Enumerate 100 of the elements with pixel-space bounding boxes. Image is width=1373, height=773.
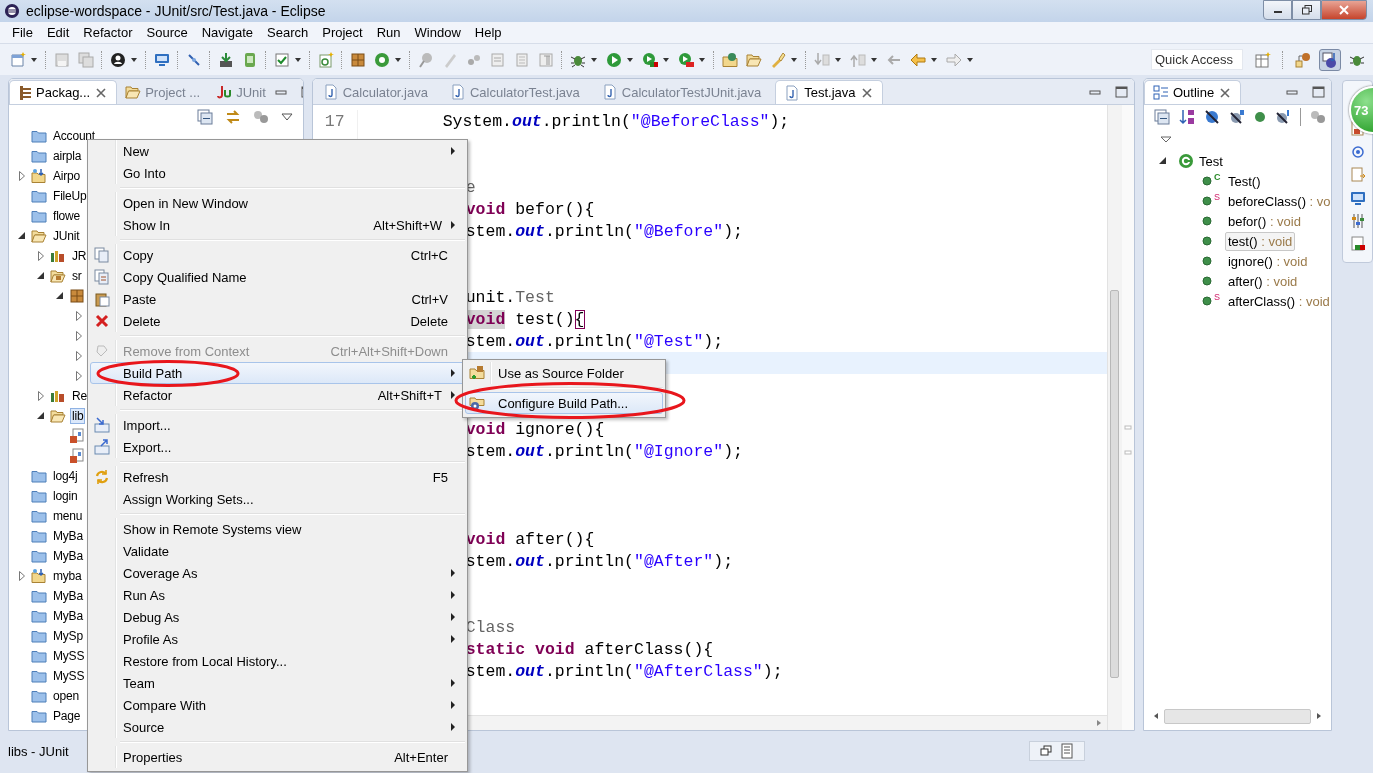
- tree-item[interactable]: open: [51, 688, 81, 704]
- outline-item[interactable]: Test(): [1224, 171, 1264, 191]
- menubar-entry[interactable]: Edit: [39, 25, 77, 40]
- collapsed-arrow-icon[interactable]: [74, 309, 84, 323]
- tree-item[interactable]: FileUp: [51, 188, 89, 204]
- report-icon[interactable]: [1060, 743, 1074, 759]
- dropdown-arrow-icon[interactable]: [870, 55, 878, 64]
- tree-item[interactable]: JUnit: [51, 228, 82, 244]
- new-class-icon[interactable]: [318, 51, 334, 68]
- maximize-icon[interactable]: [1311, 84, 1326, 99]
- outline-item[interactable]: befor() : void: [1224, 211, 1304, 231]
- dropdown-arrow-icon[interactable]: [626, 55, 634, 64]
- menubar-entry[interactable]: Navigate: [194, 25, 260, 40]
- restore-icon[interactable]: [1040, 745, 1052, 757]
- dropdown-arrow-icon[interactable]: [590, 55, 598, 64]
- tree-item[interactable]: lib: [70, 408, 86, 424]
- tree-item[interactable]: airpla: [51, 148, 84, 164]
- outline-item[interactable]: ignore() : void: [1224, 251, 1311, 271]
- tab[interactable]: Outline: [1143, 80, 1242, 104]
- method-icon[interactable]: [1253, 111, 1266, 123]
- package-icon[interactable]: [350, 51, 366, 68]
- collapse-all-icon[interactable]: [1153, 109, 1170, 125]
- dropdown-arrow-icon[interactable]: [130, 55, 138, 64]
- run-icon[interactable]: [606, 51, 622, 68]
- minimize-button[interactable]: [1263, 0, 1292, 20]
- tree-item[interactable]: Re: [70, 388, 89, 404]
- tree-item[interactable]: MySS: [51, 648, 87, 664]
- hide-fields-icon[interactable]: [1203, 109, 1220, 125]
- collapsed-arrow-icon[interactable]: [36, 249, 46, 263]
- collapsed-arrow-icon[interactable]: [74, 329, 84, 343]
- collapsed-arrow-icon[interactable]: [74, 369, 84, 383]
- open-perspective-icon[interactable]: [1255, 51, 1271, 68]
- close-icon[interactable]: [859, 85, 874, 100]
- tree-item[interactable]: MyBa: [51, 588, 85, 604]
- menubar-entry[interactable]: Run: [369, 25, 408, 40]
- menu-entry[interactable]: Configure Build Path...: [465, 392, 663, 414]
- coverage-icon[interactable]: [642, 51, 658, 68]
- tree-item[interactable]: Airpo: [51, 168, 82, 184]
- maximize-icon[interactable]: [1113, 84, 1128, 99]
- monitor-icon[interactable]: [154, 51, 170, 68]
- person-icon[interactable]: [110, 51, 126, 68]
- tree-item[interactable]: login: [51, 488, 80, 504]
- menu-entry[interactable]: Build Path: [90, 362, 465, 384]
- dropdown-arrow-icon[interactable]: [394, 55, 402, 64]
- tree-item[interactable]: myba: [51, 568, 84, 584]
- console-icon[interactable]: [1349, 190, 1366, 206]
- tree-item[interactable]: Page: [51, 708, 83, 724]
- tree-item[interactable]: flowe: [51, 208, 82, 224]
- menubar-entry[interactable]: Project: [315, 25, 370, 40]
- tree-item[interactable]: sr: [70, 268, 84, 284]
- tree-item[interactable]: MyBa: [51, 548, 85, 564]
- tree-item[interactable]: log4j: [51, 468, 80, 484]
- close-icon[interactable]: [94, 85, 109, 100]
- scroll-right-icon[interactable]: [1094, 719, 1103, 727]
- tree-item[interactable]: MyBa: [51, 608, 85, 624]
- hierarchy-icon[interactable]: [1295, 51, 1311, 68]
- close-icon[interactable]: [1218, 85, 1233, 100]
- menubar-entry[interactable]: Refactor: [76, 25, 140, 40]
- collapsed-arrow-icon[interactable]: [74, 349, 84, 363]
- java-perspective-icon[interactable]: [1322, 51, 1338, 68]
- collapsed-arrow-icon[interactable]: [36, 389, 46, 403]
- tree-item[interactable]: MySS: [51, 668, 87, 684]
- outline-item[interactable]: beforeClass() : vo: [1224, 191, 1332, 211]
- quick-access-field[interactable]: Quick Access: [1151, 49, 1243, 70]
- collapse-all-icon[interactable]: [196, 109, 213, 125]
- outline-item[interactable]: Test: [1195, 151, 1226, 171]
- menubar-entry[interactable]: Help: [467, 25, 509, 40]
- filter-icon[interactable]: [252, 109, 269, 125]
- dropdown-arrow-icon[interactable]: [790, 55, 798, 64]
- tree-item[interactable]: menu: [51, 508, 85, 524]
- view-menu-icon[interactable]: [280, 111, 293, 123]
- close-button[interactable]: [1321, 0, 1367, 20]
- tab[interactable]: Packag...: [9, 80, 118, 104]
- menubar-entry[interactable]: Source: [139, 25, 195, 40]
- sliders-icon[interactable]: [1349, 213, 1366, 229]
- dropdown-arrow-icon[interactable]: [930, 55, 938, 64]
- folder-globe-icon[interactable]: [722, 51, 738, 68]
- dropdown-arrow-icon[interactable]: [294, 55, 302, 64]
- open-folder-icon[interactable]: [746, 51, 762, 68]
- menubar-entry[interactable]: File: [5, 25, 40, 40]
- dropdown-arrow-icon[interactable]: [698, 55, 706, 64]
- dropdown-arrow-icon[interactable]: [30, 55, 38, 64]
- download-icon[interactable]: [218, 51, 234, 68]
- tab[interactable]: Test.java: [775, 80, 883, 104]
- tree-item[interactable]: JR: [70, 248, 89, 264]
- menubar-entry[interactable]: Window: [407, 25, 468, 40]
- view-menu-icon[interactable]: [1159, 135, 1172, 145]
- menubar-entry[interactable]: Search: [260, 25, 316, 40]
- dropdown-arrow-icon[interactable]: [966, 55, 974, 64]
- tree-item[interactable]: MyBa: [51, 528, 85, 544]
- tree-item[interactable]: MySp: [51, 628, 85, 644]
- collapsed-arrow-icon[interactable]: [17, 169, 27, 183]
- outline-item[interactable]: after() : void: [1224, 271, 1301, 291]
- dropdown-arrow-icon[interactable]: [834, 55, 842, 64]
- vertical-scrollbar[interactable]: [1106, 105, 1122, 730]
- pin-icon[interactable]: [418, 51, 434, 68]
- link-editor-icon[interactable]: [224, 109, 241, 125]
- filter-icon[interactable]: [1309, 109, 1326, 125]
- dropdown-arrow-icon[interactable]: [662, 55, 670, 64]
- outline-item[interactable]: afterClass() : void: [1224, 291, 1332, 311]
